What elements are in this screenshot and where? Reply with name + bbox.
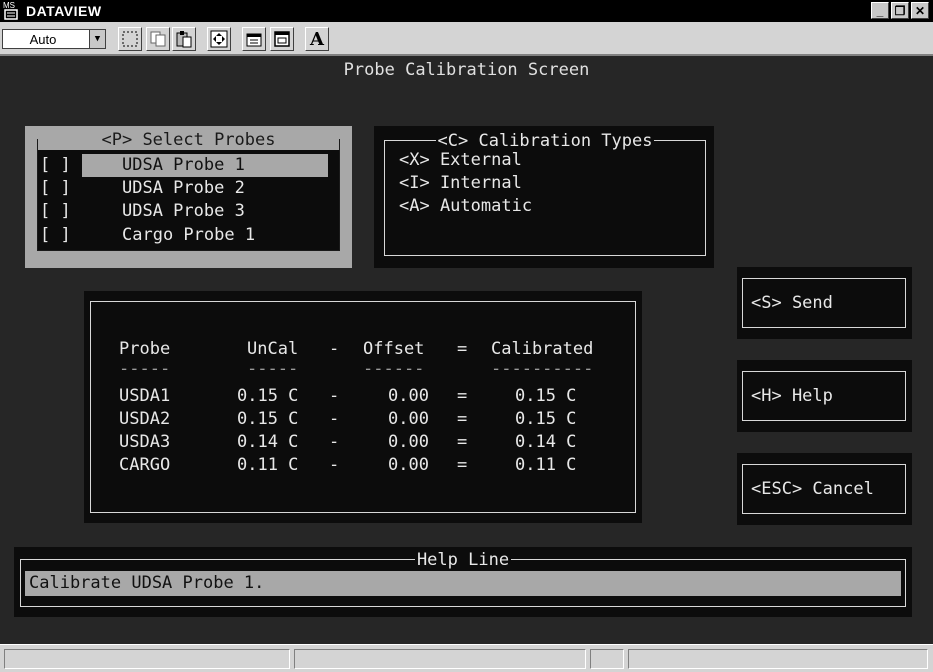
cell-minus: - [329, 386, 340, 406]
status-cell-1 [4, 649, 290, 669]
cell-calibrated: 0.15 C [515, 386, 577, 406]
cell-minus: - [329, 432, 340, 452]
window-title: DATAVIEW [26, 3, 102, 19]
copy-icon [150, 31, 166, 47]
cell-offset: 0.00 [388, 455, 429, 475]
cell-uncal: 0.14 C [237, 432, 299, 452]
status-bar [0, 644, 933, 672]
underline-offset: ------ [363, 359, 425, 379]
select-probes-panel: <P> Select Probes [ ] UDSA Probe 1 [ ] U… [25, 126, 352, 268]
chevron-down-icon[interactable]: ▼ [89, 30, 105, 48]
select-probes-legend: <P> Select Probes [99, 130, 278, 150]
app-icon[interactable]: MS [2, 1, 24, 21]
paste-button[interactable] [172, 27, 196, 51]
cell-offset: 0.00 [388, 386, 429, 406]
toolbar: Auto ▼ A [0, 22, 933, 56]
probe-checkbox[interactable]: [ ] [40, 154, 80, 177]
font-button[interactable]: A [305, 27, 329, 51]
help-line-panel: Help Line Calibrate UDSA Probe 1. [14, 547, 912, 617]
calibration-types-panel: <C> Calibration Types <X> External <I> I… [374, 126, 714, 268]
underline-uncal: ----- [247, 359, 299, 379]
properties-icon [246, 33, 262, 47]
type-internal[interactable]: <I> Internal [399, 172, 522, 195]
close-button[interactable]: ✕ [911, 2, 929, 19]
type-external[interactable]: <X> External [399, 149, 522, 172]
cell-probe: USDA2 [119, 409, 171, 429]
probe-label: Cargo Probe 1 [122, 225, 256, 245]
select-all-button[interactable] [118, 27, 142, 51]
underline-probe: ----- [119, 359, 171, 379]
cell-minus: - [329, 409, 340, 429]
status-cell-2 [294, 649, 586, 669]
underline-calibrated: ---------- [491, 359, 594, 379]
probe-label: UDSA Probe 3 [122, 201, 245, 221]
header-minus: - [329, 339, 340, 359]
screen-title: Probe Calibration Screen [343, 60, 590, 80]
cell-equals: = [457, 432, 468, 452]
cell-probe: CARGO [119, 455, 171, 475]
calibration-types-legend: <C> Calibration Types [435, 131, 655, 151]
expand-arrows-icon [210, 30, 228, 48]
help-button[interactable]: <H> Help [742, 371, 906, 421]
copy-button[interactable] [146, 27, 170, 51]
send-button[interactable]: <S> Send [742, 278, 906, 328]
cell-uncal: 0.15 C [237, 386, 299, 406]
select-probes-frame: <P> Select Probes [ ] UDSA Probe 1 [ ] U… [37, 130, 341, 251]
probe-item-3[interactable]: [ ] UDSA Probe 3 [38, 200, 341, 223]
zoom-value: Auto [29, 31, 57, 47]
type-automatic[interactable]: <A> Automatic [399, 195, 532, 218]
cell-calibrated: 0.11 C [515, 455, 577, 475]
cell-probe: USDA1 [119, 386, 171, 406]
help-button-panel: <H> Help [737, 360, 912, 432]
clipboard-icon [176, 31, 192, 48]
help-line-legend: Help Line [414, 550, 512, 570]
calibration-table: Probe UnCal - Offset = Calibrated ----- … [90, 301, 636, 513]
probe-label: UDSA Probe 1 [122, 155, 245, 175]
cancel-button-panel: <ESC> Cancel [737, 453, 912, 525]
status-cell-4 [628, 649, 928, 669]
help-line-frame: Help Line Calibrate UDSA Probe 1. [20, 550, 906, 607]
fit-window-button[interactable] [207, 27, 231, 51]
zoom-select[interactable]: Auto ▼ [2, 29, 106, 49]
probe-label: UDSA Probe 2 [122, 178, 245, 198]
cell-calibrated: 0.15 C [515, 409, 577, 429]
window-icon [274, 31, 290, 47]
probe-checkbox[interactable]: [ ] [40, 200, 80, 223]
cell-equals: = [457, 386, 468, 406]
cell-uncal: 0.15 C [237, 409, 299, 429]
calibration-screen: Probe Calibration Screen <P> Select Prob… [0, 56, 933, 644]
help-line-text: Calibrate UDSA Probe 1. [25, 571, 901, 596]
title-bar: MS DATAVIEW _ ❐ ✕ [0, 0, 933, 22]
cell-minus: - [329, 455, 340, 475]
cancel-button[interactable]: <ESC> Cancel [742, 464, 906, 514]
window-button[interactable] [270, 27, 294, 51]
properties-button[interactable] [242, 27, 266, 51]
cell-uncal: 0.11 C [237, 455, 299, 475]
probe-item-2[interactable]: [ ] UDSA Probe 2 [38, 177, 341, 200]
header-equals: = [457, 339, 468, 359]
probe-checkbox[interactable]: [ ] [40, 177, 80, 200]
cell-equals: = [457, 409, 468, 429]
cell-equals: = [457, 455, 468, 475]
cell-offset: 0.00 [388, 409, 429, 429]
restore-button[interactable]: ❐ [891, 2, 909, 19]
cell-offset: 0.00 [388, 432, 429, 452]
status-cell-3 [590, 649, 624, 669]
probe-item-1[interactable]: [ ] UDSA Probe 1 [38, 154, 341, 177]
send-button-panel: <S> Send [737, 267, 912, 339]
calibration-types-frame: <C> Calibration Types <X> External <I> I… [384, 131, 706, 256]
dotted-select-icon [122, 31, 138, 47]
cell-calibrated: 0.14 C [515, 432, 577, 452]
probe-checkbox[interactable]: [ ] [40, 224, 80, 247]
calibration-table-panel: Probe UnCal - Offset = Calibrated ----- … [84, 291, 642, 523]
probe-item-4[interactable]: [ ] Cargo Probe 1 [38, 224, 341, 247]
cell-probe: USDA3 [119, 432, 171, 452]
minimize-button[interactable]: _ [871, 2, 889, 19]
